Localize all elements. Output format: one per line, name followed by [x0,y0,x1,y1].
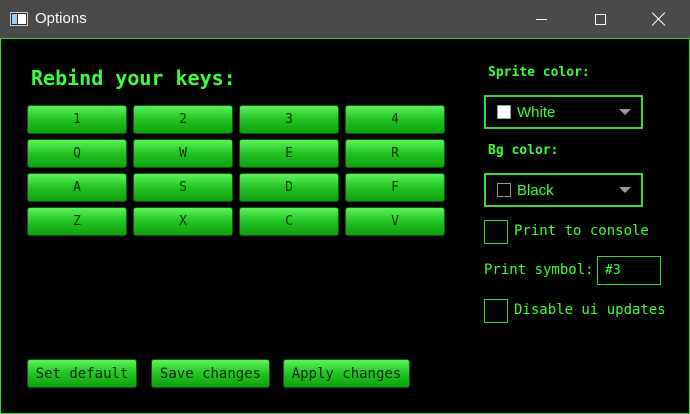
minimize-icon [535,18,547,20]
bg-color-swatch [497,183,511,197]
disable-ui-updates-label: Disable ui updates [514,302,666,318]
close-button[interactable] [636,0,682,38]
key-button-1[interactable]: 1 [27,105,127,134]
sprite-color-dropdown[interactable]: White [484,95,643,129]
bg-color-label: Bg color: [488,143,559,158]
save-changes-button[interactable]: Save changes [151,359,270,388]
sprite-color-value: White [517,103,556,121]
key-button-f[interactable]: F [345,173,445,202]
key-button-a[interactable]: A [27,173,127,202]
key-button-w[interactable]: W [133,139,233,168]
bg-color-value: Black [517,181,554,199]
key-button-c[interactable]: C [239,207,339,236]
key-button-v[interactable]: V [345,207,445,236]
key-button-q[interactable]: Q [27,139,127,168]
key-button-z[interactable]: Z [27,207,127,236]
chevron-down-icon [619,187,631,193]
window-title: Options [35,10,87,27]
bg-color-dropdown[interactable]: Black [484,173,643,207]
print-symbol-label: Print symbol: [484,262,594,278]
print-symbol-input[interactable] [597,256,661,285]
key-button-r[interactable]: R [345,139,445,168]
chevron-down-icon [619,109,631,115]
key-button-4[interactable]: 4 [345,105,445,134]
app-window-icon [10,12,28,26]
key-button-s[interactable]: S [133,173,233,202]
sprite-color-label: Sprite color: [488,65,590,80]
options-window: Options Rebind your keys: 1 2 3 4 Q W E … [0,0,690,414]
set-default-button[interactable]: Set default [27,359,137,388]
close-icon [652,12,666,26]
disable-ui-updates-checkbox[interactable] [484,299,508,323]
rebind-heading: Rebind your keys: [31,66,236,90]
title-bar[interactable]: Options [0,0,690,38]
key-button-3[interactable]: 3 [239,105,339,134]
maximize-button[interactable] [577,0,623,38]
apply-changes-button[interactable]: Apply changes [283,359,410,388]
maximize-icon [594,13,606,25]
print-to-console-checkbox[interactable] [484,220,508,244]
key-button-x[interactable]: X [133,207,233,236]
key-button-2[interactable]: 2 [133,105,233,134]
key-button-d[interactable]: D [239,173,339,202]
sprite-color-swatch [497,105,511,119]
print-to-console-label: Print to console [514,223,649,239]
key-button-e[interactable]: E [239,139,339,168]
minimize-button[interactable] [518,0,564,38]
